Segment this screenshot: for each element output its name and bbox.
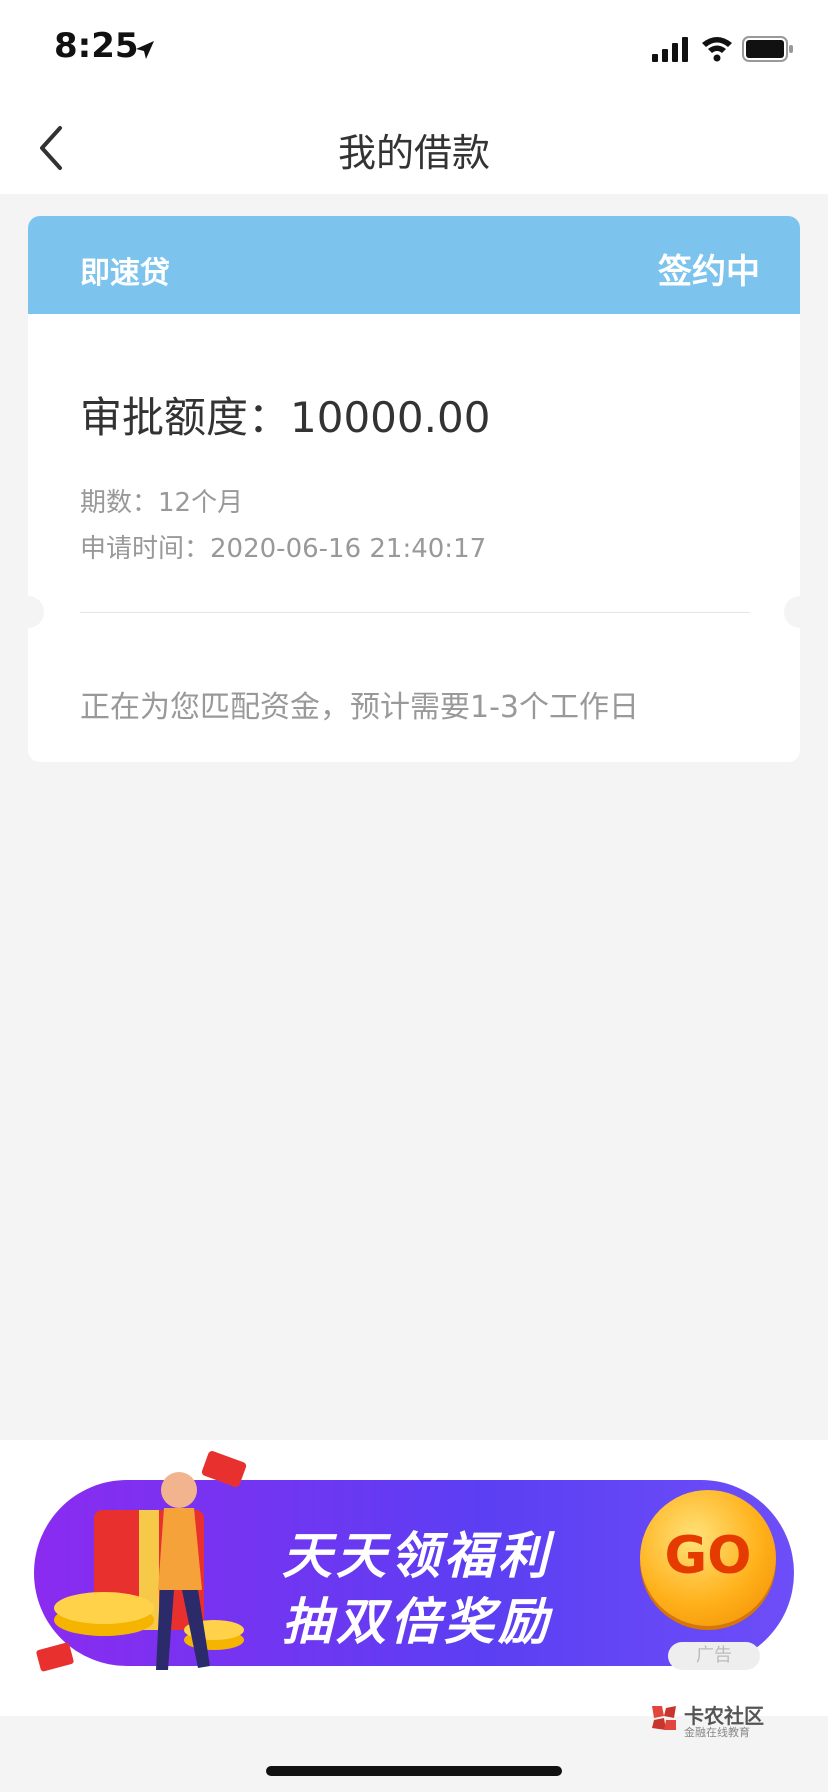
nav-bar: 我的借款 [0, 100, 828, 194]
ad-area: 天天领福利 抽双倍奖励 GO 广告 [0, 1440, 828, 1716]
watermark-subtitle: 金融在线教育 [684, 1726, 750, 1739]
apply-time-label: 申请时间： [80, 534, 211, 564]
wifi-icon [702, 37, 732, 62]
loan-term-value: 12个月 [158, 488, 244, 518]
loan-product-name: 即速贷 [80, 256, 170, 291]
gift-coins-illustration-icon [36, 1451, 247, 1672]
loan-term: 期数：12个月 [80, 482, 243, 519]
card-divider [80, 612, 750, 613]
go-button-label: GO [664, 1526, 752, 1586]
apply-time: 申请时间：2020-06-16 21:40:17 [80, 528, 486, 565]
loan-progress-note: 正在为您匹配资金，预计需要1-3个工作日 [80, 690, 639, 725]
loan-status-badge: 签约中 [658, 252, 760, 292]
ticket-notch-right [784, 596, 800, 628]
promo-banner[interactable]: 天天领福利 抽双倍奖励 GO [34, 1451, 794, 1672]
kanong-logo-icon [652, 1706, 676, 1730]
ticket-notch-left [28, 596, 44, 628]
banner-headline-2: 抽双倍奖励 [282, 1593, 552, 1651]
approved-amount-value: 10000.00 [290, 393, 491, 442]
location-arrow-icon [136, 41, 154, 59]
apply-time-value: 2020-06-16 21:40:17 [210, 534, 487, 564]
approved-amount: 审批额度：10000.00 [80, 384, 490, 445]
page-title: 我的借款 [337, 131, 490, 175]
ad-tag: 广告 [668, 1642, 760, 1670]
home-indicator[interactable] [266, 1766, 562, 1776]
watermark: 卡农社区 金融在线教育 [648, 1700, 768, 1740]
approved-amount-label: 审批额度： [80, 393, 291, 442]
cellular-signal-icon [652, 37, 688, 62]
loan-card[interactable]: 即速贷 签约中 审批额度：10000.00 期数：12个月 申请时间：2020-… [28, 216, 800, 762]
battery-icon [742, 36, 793, 62]
scallop-edge-decoration [28, 308, 800, 320]
go-button[interactable]: GO [640, 1490, 776, 1626]
status-bar: 8:25 [0, 0, 828, 100]
status-time: 8:25 [54, 26, 139, 66]
banner-headline-1: 天天领福利 [282, 1527, 552, 1585]
loan-card-header: 即速贷 签约中 [28, 216, 800, 314]
loan-term-label: 期数： [80, 488, 159, 518]
